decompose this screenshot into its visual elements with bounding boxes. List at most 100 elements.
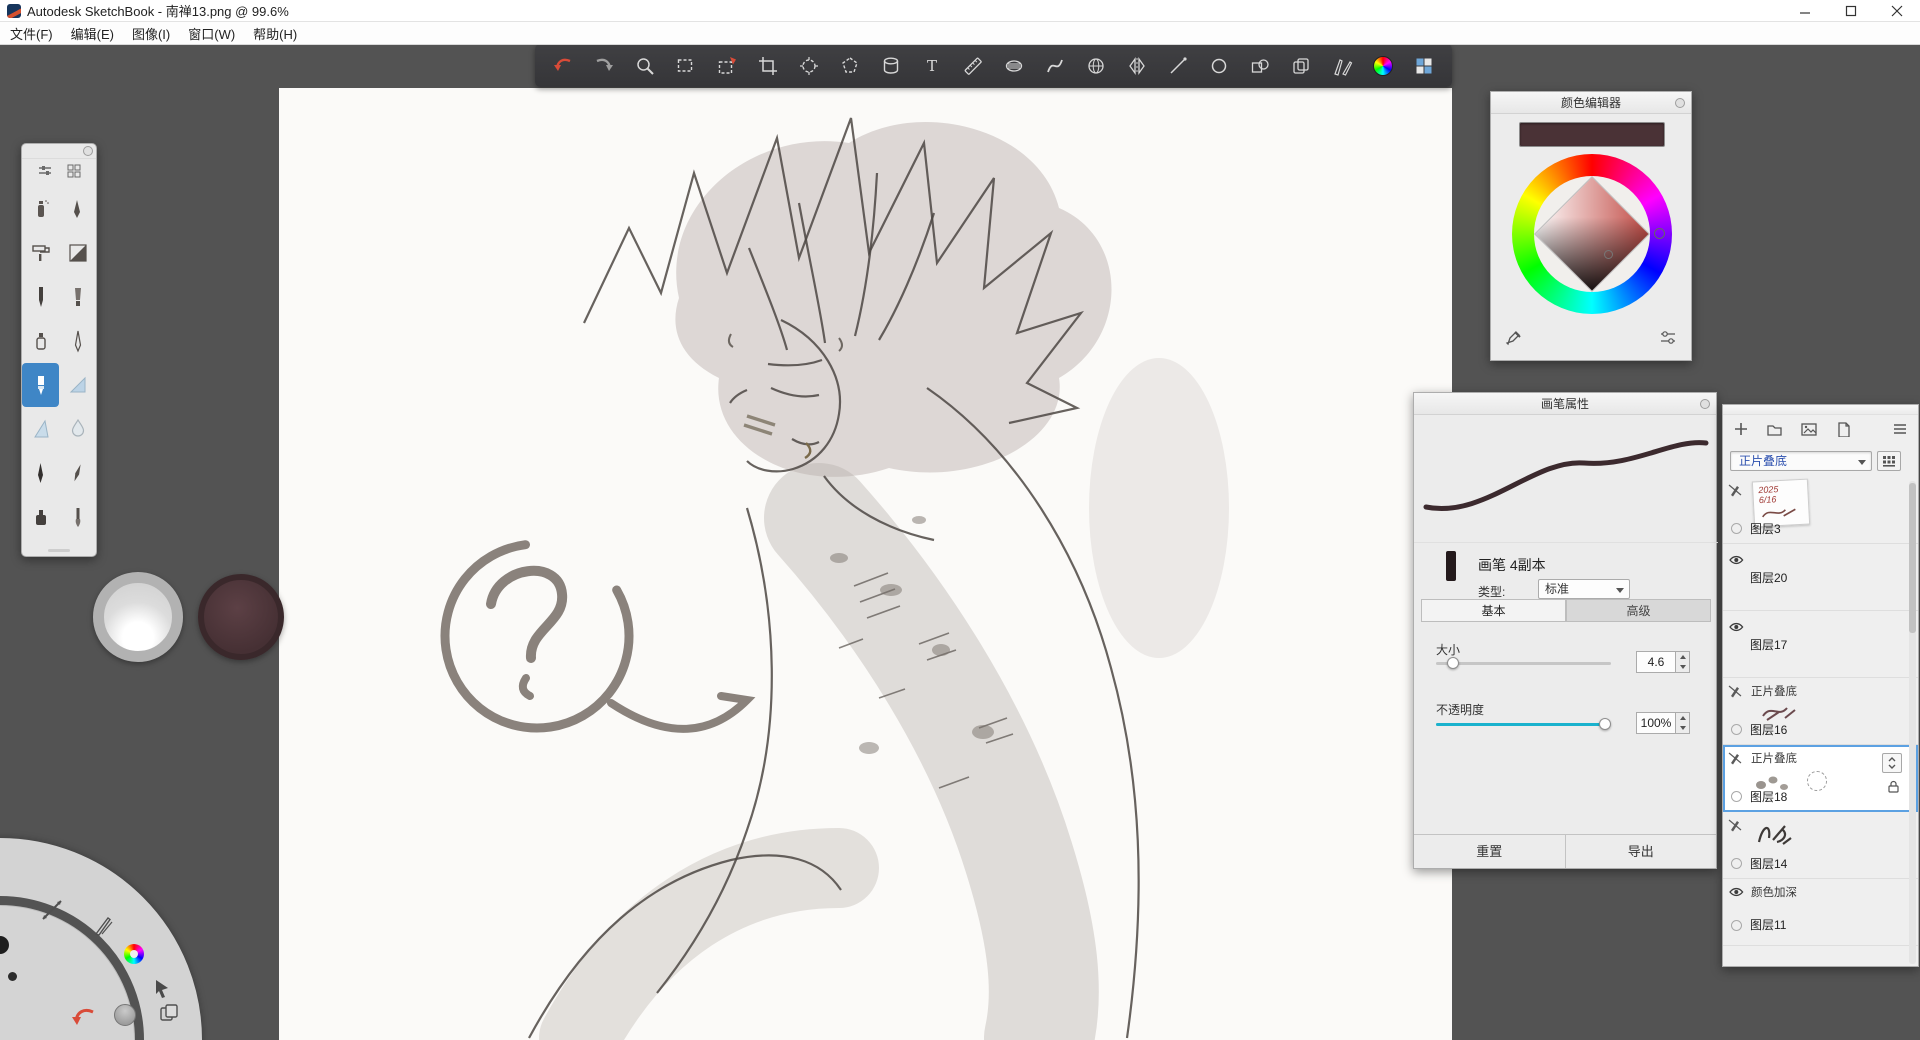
layer-thumbnail[interactable]: [1753, 816, 1795, 850]
eyedropper-icon[interactable]: [1505, 329, 1523, 352]
opacity-keypad-icon[interactable]: [1877, 451, 1901, 471]
menu-edit[interactable]: 编辑(E): [71, 24, 114, 43]
brush-wedge[interactable]: [59, 363, 96, 407]
layer-row[interactable]: 图层20: [1723, 544, 1918, 611]
brush-droplet[interactable]: [59, 407, 96, 451]
layer-row[interactable]: 图层17: [1723, 611, 1918, 678]
layer-pen-lock-icon[interactable]: [1727, 817, 1743, 838]
tab-advanced[interactable]: 高级: [1566, 599, 1711, 621]
menu-window[interactable]: 窗口(W): [188, 24, 235, 43]
add-layer-icon[interactable]: [1733, 421, 1749, 442]
symmetry-icon[interactable]: [1125, 54, 1149, 78]
menu-help[interactable]: 帮助(H): [253, 24, 297, 43]
layers-menu-icon[interactable]: [1892, 421, 1908, 442]
menu-file[interactable]: 文件(F): [10, 24, 53, 43]
ellipse-guide-icon[interactable]: [1002, 54, 1026, 78]
french-curve-icon[interactable]: [1043, 54, 1067, 78]
layer-image-icon[interactable]: [1800, 421, 1818, 442]
copy-icon[interactable]: [1289, 54, 1313, 78]
lock-icon[interactable]: [1886, 779, 1901, 799]
opacity-stepper[interactable]: [1676, 712, 1690, 734]
lagoon-half-dot-icon[interactable]: [0, 936, 9, 954]
layers-drag-strip[interactable]: [1723, 405, 1918, 415]
zoom-icon[interactable]: [633, 54, 657, 78]
palette-sliders-view-icon[interactable]: [37, 163, 53, 184]
canvas[interactable]: [279, 88, 1452, 1040]
opacity-slider-knob[interactable]: [1599, 718, 1611, 730]
size-stepper[interactable]: [1676, 651, 1690, 673]
brush-flat-selected[interactable]: [22, 363, 59, 407]
fill-icon[interactable]: [879, 54, 903, 78]
reset-button[interactable]: 重置: [1414, 835, 1566, 868]
brush-marker[interactable]: [59, 275, 96, 319]
perspective-icon[interactable]: [1084, 54, 1108, 78]
lagoon-copy-icon[interactable]: [158, 1002, 180, 1024]
color-sliders-icon[interactable]: [1659, 329, 1677, 352]
export-button[interactable]: 导出: [1566, 835, 1717, 868]
hue-marker[interactable]: [1654, 228, 1665, 239]
circle-tool-icon[interactable]: [1207, 54, 1231, 78]
redo-icon[interactable]: [592, 54, 616, 78]
brush-library-icon[interactable]: [1330, 54, 1354, 78]
brush-type-dropdown[interactable]: 标准: [1538, 579, 1630, 599]
layer-folder-icon[interactable]: [1766, 421, 1783, 442]
layer-pen-lock-icon[interactable]: [1727, 750, 1743, 771]
menu-image[interactable]: 图像(I): [132, 24, 170, 43]
sv-marker[interactable]: [1604, 250, 1613, 259]
current-color-swatch[interactable]: [1519, 122, 1665, 147]
eye-icon[interactable]: [1728, 885, 1745, 904]
color-puck[interactable]: [198, 574, 284, 660]
brush-knife[interactable]: [22, 407, 59, 451]
text-tool-icon[interactable]: T: [920, 54, 944, 78]
lagoon-puck-icon[interactable]: [114, 1004, 136, 1026]
shapes-tool-icon[interactable]: [1248, 54, 1272, 78]
tab-basic[interactable]: 基本: [1421, 599, 1566, 621]
layer-row-selected[interactable]: 正片叠底 图层18: [1723, 745, 1918, 812]
lagoon-undo-icon[interactable]: [70, 1004, 98, 1032]
polygon-select-icon[interactable]: [838, 54, 862, 78]
layer-row[interactable]: 2025 6/16 图层3: [1723, 477, 1918, 544]
transform-select-icon[interactable]: [715, 54, 739, 78]
brush-properties-menu-icon[interactable]: [1700, 399, 1710, 409]
eye-icon[interactable]: [1728, 620, 1745, 639]
rect-select-icon[interactable]: [674, 54, 698, 78]
close-button[interactable]: [1874, 0, 1920, 22]
lagoon-stylus-icon[interactable]: [40, 898, 64, 922]
circle-select-icon[interactable]: [797, 54, 821, 78]
brush-gradient[interactable]: [59, 231, 96, 275]
ruler-icon[interactable]: [961, 54, 985, 78]
layer-pen-lock-icon[interactable]: [1727, 683, 1743, 704]
lagoon-cursor-icon[interactable]: [152, 978, 172, 998]
size-slider[interactable]: [1436, 657, 1611, 669]
undo-icon[interactable]: [551, 54, 575, 78]
minimize-button[interactable]: [1782, 0, 1828, 22]
line-tool-icon[interactable]: [1166, 54, 1190, 78]
brush-airbrush[interactable]: [22, 187, 59, 231]
lagoon-small-dot-icon[interactable]: [8, 972, 17, 981]
layer-reorder-icon[interactable]: [1882, 753, 1902, 773]
layer-visibility-toggle[interactable]: [1731, 920, 1742, 931]
brush-paint-tube[interactable]: [22, 319, 59, 363]
layer-pen-lock-icon[interactable]: [1727, 482, 1743, 503]
brush-puck[interactable]: [93, 572, 183, 662]
crop-icon[interactable]: [756, 54, 780, 78]
brush-graphite[interactable]: [59, 319, 96, 363]
brush-ink-bottle[interactable]: [22, 495, 59, 539]
blend-mode-dropdown[interactable]: 正片叠底: [1730, 451, 1872, 471]
layer-page-icon[interactable]: [1835, 421, 1851, 442]
layer-row[interactable]: 图层14: [1723, 812, 1918, 879]
brush-round[interactable]: [59, 495, 96, 539]
maximize-button[interactable]: [1828, 0, 1874, 22]
opacity-value[interactable]: 100%: [1636, 712, 1676, 734]
layer-visibility-toggle[interactable]: [1731, 858, 1742, 869]
brush-fountain-pen[interactable]: [22, 451, 59, 495]
layer-visibility-toggle[interactable]: [1731, 791, 1742, 802]
size-slider-knob[interactable]: [1447, 657, 1459, 669]
layers-scrollbar[interactable]: [1909, 481, 1916, 964]
layer-visibility-toggle[interactable]: [1731, 523, 1742, 534]
hue-wheel[interactable]: [1512, 154, 1672, 314]
palette-menu-icon[interactable]: [83, 146, 93, 156]
layer-row[interactable]: 正片叠底 图层16: [1723, 678, 1918, 745]
color-editor-menu-icon[interactable]: [1675, 98, 1685, 108]
brush-pen[interactable]: [59, 187, 96, 231]
